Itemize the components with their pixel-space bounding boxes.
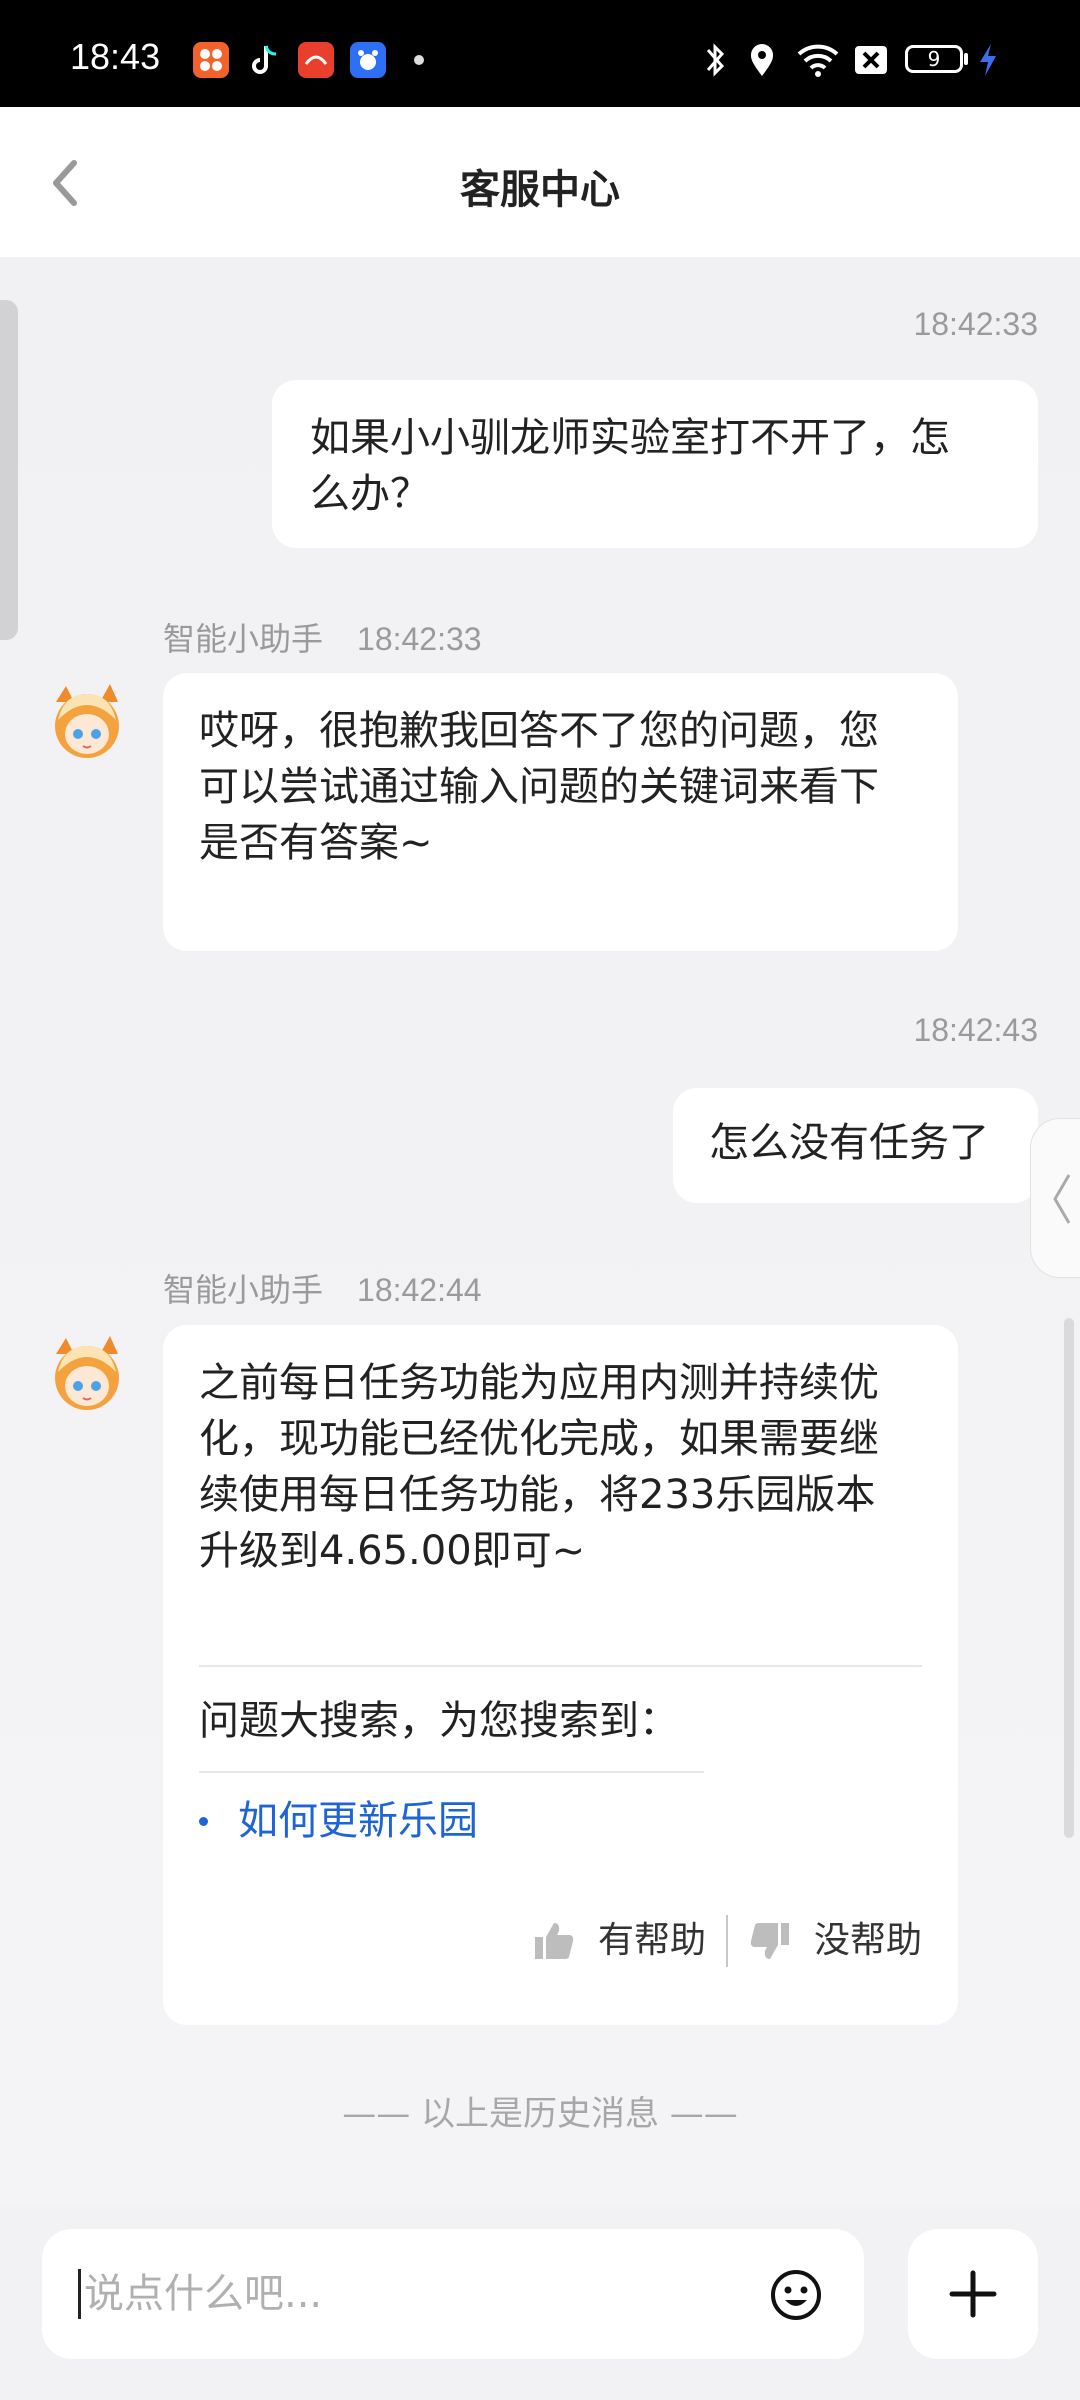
no-sim-icon <box>855 46 887 74</box>
text-caret <box>78 2269 81 2319</box>
bot-meta: 智能小助手 18:42:44 <box>163 1265 482 1311</box>
battery-tip <box>964 53 968 65</box>
bot-message-bubble[interactable]: 之前每日任务功能为应用内测并持续优 化，现功能已经优化完成，如果需要继 续使用每… <box>163 1325 958 2025</box>
feedback-row: 有帮助 没帮助 <box>532 1913 922 1969</box>
emoji-icon[interactable] <box>768 2267 824 2323</box>
app-icon-red <box>298 42 334 78</box>
chevron-left-icon <box>1053 1174 1071 1224</box>
notification-dot-icon <box>414 55 424 65</box>
bot-meta: 智能小助手 18:42:33 <box>163 614 482 660</box>
message-line: 怎么没有任务了 <box>709 1120 989 1166</box>
search-result-link[interactable]: 如何更新乐园 <box>199 1793 922 1849</box>
message-line: 续使用每日任务功能，将233乐园版本 <box>199 1472 876 1518</box>
thumbs-down-icon <box>750 1923 789 1959</box>
user-message-bubble[interactable]: 怎么没有任务了 <box>673 1088 1038 1203</box>
message-timestamp: 18:42:33 <box>357 621 482 657</box>
header-bar: 客服中心 <box>0 107 1080 257</box>
scrollbar[interactable] <box>1064 1318 1074 1838</box>
location-icon <box>751 44 773 76</box>
plus-icon <box>949 2270 997 2318</box>
history-separator: —— 以上是历史消息 —— <box>342 2094 738 2134</box>
message-line: 升级到4.65.00即可~ <box>199 1528 586 1574</box>
side-panel-handle[interactable] <box>1030 1118 1080 1278</box>
message-line: 么办？ <box>310 471 430 517</box>
bluetooth-icon <box>706 43 725 77</box>
message-timestamp: 18:42:43 <box>913 1012 1038 1048</box>
message-line: 哎呀，很抱歉我回答不了您的问题，您 <box>199 708 879 754</box>
bot-avatar-icon[interactable] <box>44 1332 130 1418</box>
page-title: 客服中心 <box>460 167 620 213</box>
status-time: 18:43 <box>70 36 161 77</box>
search-result-link-label: 如何更新乐园 <box>238 1798 478 1844</box>
message-line: 化，现功能已经优化完成，如果需要继 <box>199 1416 879 1462</box>
user-message-bubble[interactable]: 如果小小驯龙师实验室打不开了，怎 么办？ <box>272 380 1038 548</box>
app-icon-orange <box>193 42 229 78</box>
message-input-placeholder: 说点什么吧... <box>84 2271 323 2317</box>
helpful-label: 有帮助 <box>597 1920 706 1961</box>
divider <box>199 1771 704 1773</box>
charging-icon <box>980 44 996 76</box>
bullet-icon <box>199 1816 208 1826</box>
feedback-separator <box>725 1915 728 1967</box>
message-line: 是否有答案~ <box>199 820 433 866</box>
message-line: 之前每日任务功能为应用内测并持续优 <box>199 1360 879 1406</box>
not-helpful-button[interactable]: 没帮助 <box>748 1913 922 1969</box>
input-bar: 说点什么吧... <box>0 2207 1080 2400</box>
bot-avatar-icon[interactable] <box>44 680 130 766</box>
thumbs-up-icon <box>534 1923 574 1959</box>
left-edge-handle[interactable] <box>0 300 18 640</box>
baidu-icon <box>350 42 386 78</box>
battery-icon: 9 <box>905 45 963 73</box>
status-bar: 18:43 9 <box>0 0 1080 107</box>
bot-name: 智能小助手 <box>163 1271 324 1309</box>
tiktok-icon <box>246 42 282 78</box>
wifi-icon <box>797 44 839 77</box>
add-attachment-button[interactable] <box>908 2229 1038 2359</box>
message-timestamp: 18:42:44 <box>357 1272 482 1308</box>
search-heading: 问题大搜索，为您搜索到： <box>199 1698 679 1744</box>
not-helpful-label: 没帮助 <box>813 1920 922 1961</box>
helpful-button[interactable]: 有帮助 <box>532 1913 706 1969</box>
message-input[interactable]: 说点什么吧... <box>42 2229 864 2359</box>
message-timestamp: 18:42:33 <box>913 306 1038 342</box>
divider <box>199 1665 922 1667</box>
message-line: 如果小小驯龙师实验室打不开了，怎 <box>310 415 950 461</box>
message-line: 可以尝试通过输入问题的关键词来看下 <box>199 764 879 810</box>
bot-name: 智能小助手 <box>163 620 324 658</box>
bot-message-bubble[interactable]: 哎呀，很抱歉我回答不了您的问题，您 可以尝试通过输入问题的关键词来看下 是否有答… <box>163 673 958 951</box>
